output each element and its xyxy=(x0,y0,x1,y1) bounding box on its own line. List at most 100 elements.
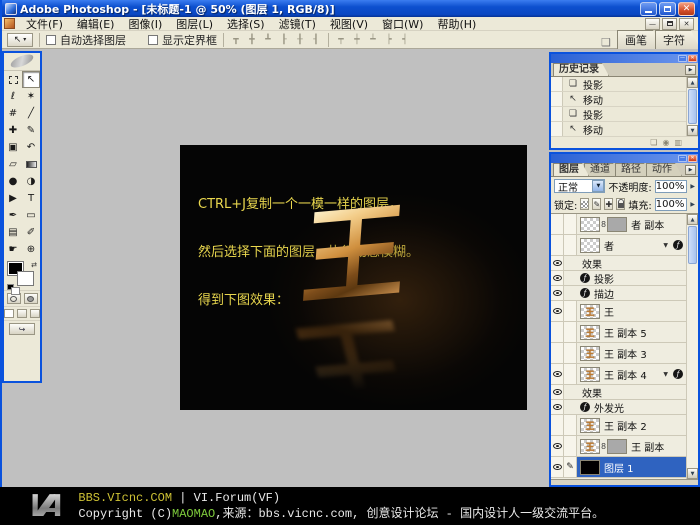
layer-row[interactable]: 王 王 副本 2 xyxy=(551,415,686,436)
menu-filter[interactable]: 滤镜(T) xyxy=(272,17,323,30)
visibility-toggle[interactable] xyxy=(551,400,564,414)
shape-tool[interactable]: ▭ xyxy=(22,207,40,224)
dodge-tool[interactable]: ◑ xyxy=(22,173,40,190)
slice-tool[interactable]: ╱ xyxy=(22,105,40,122)
menu-view[interactable]: 视图(V) xyxy=(323,17,375,30)
delete-state-icon[interactable]: ▥ xyxy=(674,139,682,147)
visibility-toggle[interactable] xyxy=(551,271,564,285)
notes-tool[interactable]: ▤ xyxy=(4,224,22,241)
visibility-toggle[interactable] xyxy=(551,436,564,456)
document-canvas[interactable]: CTRL+J复制一个一模一样的图层， 然后选择下面的图层，执行动感模糊。 得到下… xyxy=(180,145,527,410)
menu-image[interactable]: 图像(I) xyxy=(121,17,169,30)
scroll-up-icon[interactable]: ▲ xyxy=(687,214,698,225)
align-hcenter-icon[interactable]: ╂ xyxy=(294,35,306,45)
visibility-toggle[interactable] xyxy=(551,385,564,399)
history-source-checkbox[interactable] xyxy=(551,77,563,91)
fullscreen-menubar-button[interactable] xyxy=(17,309,27,318)
scroll-up-icon[interactable]: ▲ xyxy=(687,77,698,88)
menu-help[interactable]: 帮助(H) xyxy=(430,17,483,30)
layer-thumbnail[interactable]: 王 xyxy=(580,367,600,382)
effect-row[interactable]: ƒ 投影 xyxy=(551,271,686,286)
path-select-tool[interactable]: ▶ xyxy=(4,190,22,207)
pen-tool[interactable]: ✒ xyxy=(4,207,22,224)
palette-toggle-icon[interactable]: ❑ xyxy=(601,36,611,49)
layer-row[interactable]: 者 ▼ ƒ xyxy=(551,235,686,256)
visibility-toggle[interactable] xyxy=(551,214,564,234)
effect-row[interactable]: ƒ 描边 xyxy=(551,286,686,301)
scroll-thumb[interactable] xyxy=(688,89,697,124)
healing-brush-tool[interactable]: ✚ xyxy=(4,122,22,139)
link-toggle[interactable] xyxy=(564,343,577,363)
layer-row-selected[interactable]: ✎ 图层 1 xyxy=(551,457,686,478)
scroll-down-icon[interactable]: ▼ xyxy=(687,125,698,136)
visibility-toggle[interactable] xyxy=(551,235,564,255)
align-bottom-icon[interactable]: ┻ xyxy=(262,35,274,45)
rect-marquee-tool[interactable] xyxy=(4,71,22,88)
background-color[interactable] xyxy=(18,272,33,285)
imageready-button[interactable]: ↪ xyxy=(9,323,35,335)
panel-close-button[interactable]: ✕ xyxy=(688,155,697,162)
close-button[interactable]: ✕ xyxy=(678,2,695,16)
fill-input[interactable]: 100% xyxy=(655,198,688,211)
panel-minimize-button[interactable]: — xyxy=(678,155,687,162)
opacity-input[interactable]: 100% xyxy=(655,180,688,193)
link-toggle[interactable] xyxy=(564,322,577,342)
new-snapshot-icon[interactable]: ◉ xyxy=(662,139,669,147)
visibility-toggle[interactable] xyxy=(551,301,564,321)
link-toggle[interactable] xyxy=(564,364,577,384)
align-top-icon[interactable]: ┳ xyxy=(230,35,242,45)
panel-minimize-button[interactable]: — xyxy=(678,55,687,62)
menu-layer[interactable]: 图层(L) xyxy=(169,17,220,30)
swap-colors-icon[interactable]: ⇄ xyxy=(31,261,37,269)
doc-minimize-button[interactable]: — xyxy=(645,18,660,30)
current-tool-button[interactable]: ↖ ▾ xyxy=(7,33,33,47)
history-scrollbar[interactable]: ▲ ▼ xyxy=(686,77,698,136)
scroll-down-icon[interactable]: ▼ xyxy=(687,468,698,479)
type-tool[interactable]: T xyxy=(22,190,40,207)
move-tool[interactable]: ↖ xyxy=(22,71,40,88)
align-left-icon[interactable]: ┠ xyxy=(278,35,290,45)
layer-row[interactable]: 王 8 王 副本 xyxy=(551,436,686,457)
lock-transparency-button[interactable] xyxy=(580,198,589,210)
scroll-thumb[interactable] xyxy=(688,226,697,264)
tab-layers[interactable]: 图层 xyxy=(553,163,589,176)
eraser-tool[interactable]: ▱ xyxy=(4,156,22,173)
visibility-toggle[interactable] xyxy=(551,457,564,477)
distribute-vcenter-icon[interactable]: ┿ xyxy=(351,35,363,45)
align-right-icon[interactable]: ┨ xyxy=(310,35,322,45)
zoom-tool[interactable]: ⊕ xyxy=(22,241,40,258)
layer-thumbnail[interactable] xyxy=(580,460,600,475)
menu-window[interactable]: 窗口(W) xyxy=(375,17,430,30)
clone-stamp-tool[interactable]: ▣ xyxy=(4,139,22,156)
distribute-right-icon[interactable]: ┥ xyxy=(399,35,411,45)
doc-close-button[interactable]: ✕ xyxy=(679,18,694,30)
history-item[interactable]: ↖ 移动 xyxy=(551,122,698,137)
link-toggle[interactable] xyxy=(564,214,577,234)
history-item[interactable]: ↖ 移动 xyxy=(551,92,698,107)
distribute-top-icon[interactable]: ┯ xyxy=(335,35,347,45)
panel-menu-icon[interactable]: ▶ xyxy=(685,165,696,175)
menu-select[interactable]: 选择(S) xyxy=(220,17,272,30)
layer-mask-thumbnail[interactable] xyxy=(607,217,627,232)
quick-mask-button[interactable] xyxy=(24,293,38,304)
history-source-checkbox[interactable] xyxy=(551,122,563,136)
blend-mode-select[interactable]: 正常 ▼ xyxy=(554,179,605,193)
history-item[interactable]: ❏ 投影 xyxy=(551,77,698,92)
distribute-left-icon[interactable]: ┝ xyxy=(383,35,395,45)
layer-row[interactable]: 8 者 副本 xyxy=(551,214,686,235)
layer-thumbnail[interactable]: 王 xyxy=(580,418,600,433)
layer-thumbnail[interactable]: 王 xyxy=(580,346,600,361)
tab-history[interactable]: 历史记录 xyxy=(553,63,609,76)
layers-scrollbar[interactable]: ▲ ▼ xyxy=(686,214,698,479)
layer-thumbnail[interactable] xyxy=(580,217,600,232)
opacity-slider-icon[interactable]: ▶ xyxy=(690,183,695,190)
tab-actions[interactable]: 动作 xyxy=(646,163,682,176)
history-source-checkbox[interactable] xyxy=(551,92,563,106)
brush-tool[interactable]: ✎ xyxy=(22,122,40,139)
show-bounds-checkbox[interactable] xyxy=(148,35,158,45)
layer-row[interactable]: 王 王 副本 4 ▼ ƒ xyxy=(551,364,686,385)
panel-close-button[interactable]: ✕ xyxy=(688,55,697,62)
link-toggle[interactable] xyxy=(564,436,577,456)
layer-thumbnail[interactable]: 王 xyxy=(580,325,600,340)
minimize-button[interactable] xyxy=(640,2,657,16)
